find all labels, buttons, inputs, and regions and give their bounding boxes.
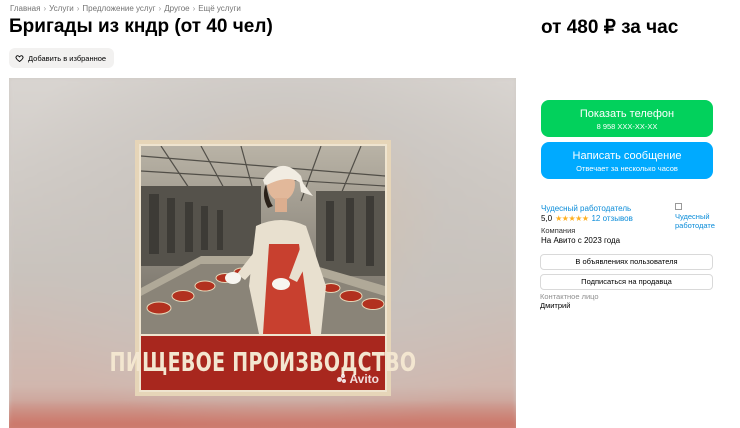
breadcrumb-separator: › [158,4,162,13]
breadcrumb-more-services[interactable]: Ещё услуги [198,4,241,13]
user-listings-label: В объявлениях пользователя [575,257,678,266]
avito-watermark-text: Avito [349,372,379,386]
show-phone-button[interactable]: Показать телефон 8 958 XXX-XX-XX [541,100,713,137]
add-to-favorites-button[interactable]: Добавить в избранное [9,48,115,68]
subscribe-seller-label: Подписаться на продавца [581,277,672,286]
breadcrumb-separator: › [43,4,47,13]
seller-avatar[interactable]: Чудесный работодатель [675,203,715,235]
breadcrumb-home[interactable]: Главная [10,4,40,13]
response-time-text: Отвечает за несколько часов [576,164,678,173]
seller-type: Компания [541,226,576,235]
breadcrumb: Главная › Услуги › Предложение услуг › Д… [10,4,241,13]
seller-rating: 5,0 ★★★★★ 12 отзывов [541,214,633,223]
user-listings-button[interactable]: В объявлениях пользователя [540,254,713,270]
show-phone-label: Показать телефон [579,108,675,120]
contact-person-name: Дмитрий [540,301,571,310]
breadcrumb-service-offers[interactable]: Предложение услуг [82,4,155,13]
seller-name-link[interactable]: Чудесный работодатель [541,204,631,213]
write-message-button[interactable]: Написать сообщение Отвечает за несколько… [541,142,713,179]
masked-phone-number: 8 958 XXX-XX-XX [596,122,658,131]
heart-outline-icon [15,54,24,62]
listing-price: от 480 ₽ за час [541,17,679,38]
rating-value: 5,0 [541,214,553,223]
listing-title: Бригады из кндр (от 40 чел) [9,16,273,37]
breadcrumb-other[interactable]: Другое [164,4,189,13]
rating-stars-icon: ★★★★★ [555,214,589,223]
avito-logo-icon [337,374,347,384]
add-to-favorites-label: Добавить в избранное [28,53,107,63]
photo-gallery[interactable]: ПИЩЕВОЕ ПРОИЗВОДСТВО Avito [9,78,516,428]
broken-image-icon [675,203,682,210]
seller-since: На Авито с 2023 года [541,236,621,245]
avito-watermark: Avito [337,372,379,386]
write-message-label: Написать сообщение [572,150,682,162]
reviews-link[interactable]: 12 отзывов [591,214,632,223]
contact-person-label: Контактное лицо [540,292,599,301]
breadcrumb-separator: › [76,4,80,13]
factory-worker-illustration [141,146,385,334]
seller-avatar-alt-text: Чудесный работодатель [675,212,715,230]
gallery-blurred-background-bottom [9,400,516,428]
listing-photo[interactable]: ПИЩЕВОЕ ПРОИЗВОДСТВО Avito [110,140,416,396]
breadcrumb-services[interactable]: Услуги [49,4,74,13]
subscribe-seller-button[interactable]: Подписаться на продавца [540,274,713,290]
breadcrumb-separator: › [192,4,196,13]
